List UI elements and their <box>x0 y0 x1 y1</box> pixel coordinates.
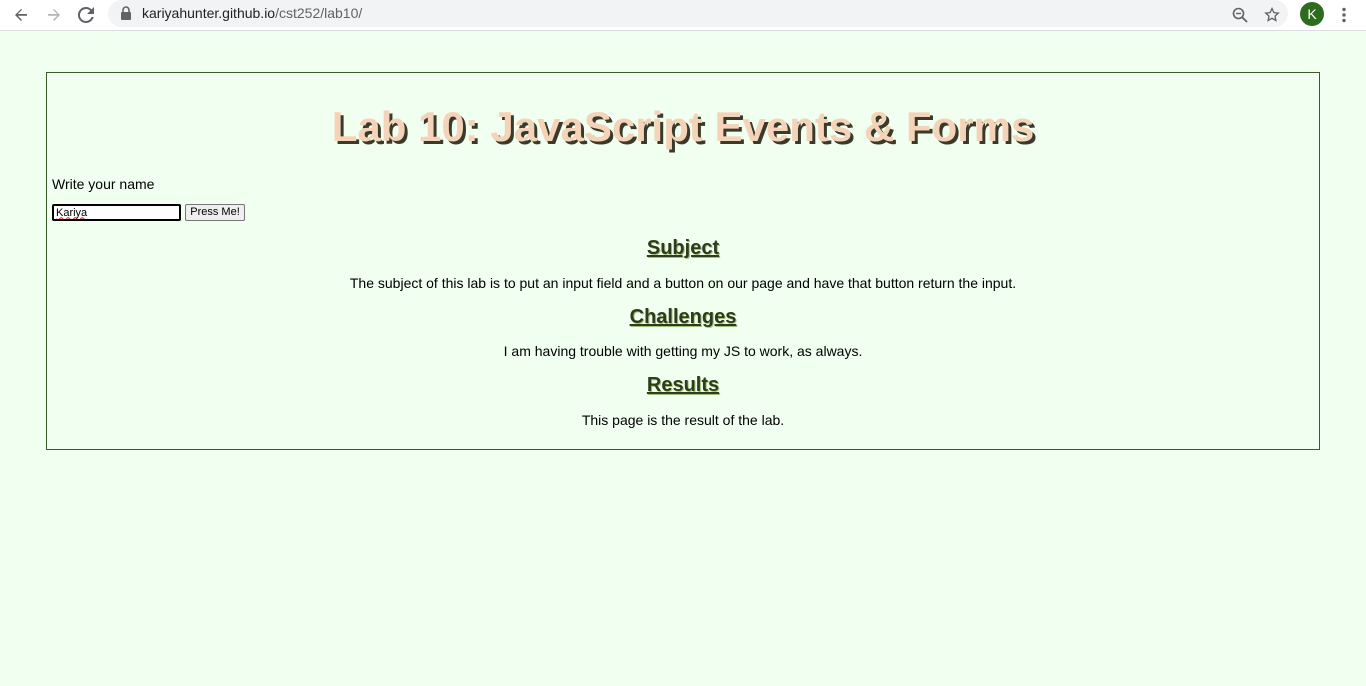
star-icon[interactable] <box>1260 3 1284 27</box>
browser-toolbar: kariyahunter.github.io/cst252/lab10/ K <box>0 0 1366 31</box>
challenges-text: I am having trouble with getting my JS t… <box>503 343 863 359</box>
back-arrow-icon[interactable] <box>9 3 33 27</box>
kebab-menu-icon[interactable] <box>1332 3 1356 27</box>
forward-arrow-icon[interactable] <box>42 3 66 27</box>
name-prompt-label: Write your name <box>52 176 155 192</box>
challenges-heading: Challenges <box>629 306 737 328</box>
page-title: Lab 10: JavaScript Events & Forms <box>331 103 1035 150</box>
results-text: This page is the result of the lab. <box>581 412 785 428</box>
results-heading: Results <box>646 374 720 396</box>
press-me-button[interactable]: Press Me! <box>185 204 245 221</box>
zoom-icon[interactable] <box>1228 3 1252 27</box>
url-host: kariyahunter.github.io <box>142 5 276 21</box>
content-box: Lab 10: JavaScript Events & Forms Write … <box>46 72 1320 450</box>
subject-heading: Subject <box>646 237 720 259</box>
address-bar[interactable]: kariyahunter.github.io/cst252/lab10/ <box>108 0 1288 27</box>
url-text[interactable]: kariyahunter.github.io/cst252/lab10/ <box>142 5 362 21</box>
name-input[interactable] <box>52 204 181 221</box>
profile-avatar[interactable]: K <box>1300 2 1324 26</box>
lock-icon[interactable] <box>120 6 134 20</box>
url-path: /cst252/lab10/ <box>275 5 363 21</box>
subject-text: The subject of this lab is to put an inp… <box>349 275 1017 291</box>
reload-icon[interactable] <box>74 3 98 27</box>
